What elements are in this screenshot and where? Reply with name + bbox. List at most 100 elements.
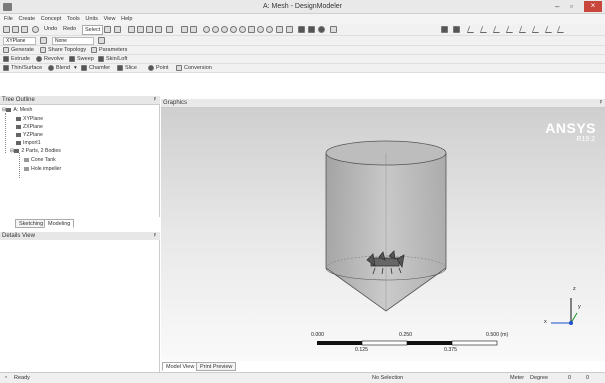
new-sketch-icon[interactable] xyxy=(98,37,105,44)
axis-z-icon[interactable] xyxy=(492,26,503,33)
model-canvas[interactable] xyxy=(161,108,605,361)
pan-icon[interactable] xyxy=(212,26,219,33)
menu-file[interactable]: File xyxy=(4,14,13,24)
shaded-icon[interactable] xyxy=(308,26,315,33)
maximize-button[interactable]: ▫ xyxy=(570,2,573,12)
graphics-viewport[interactable]: ANSYS R19.2 0.000 0.250 0.500 (m) 0.125 … xyxy=(161,108,605,361)
camera-icon[interactable] xyxy=(32,26,39,33)
help-icon[interactable] xyxy=(330,26,337,33)
redo-button[interactable]: Redo xyxy=(63,25,76,33)
tab-print-preview[interactable]: Print Preview xyxy=(196,362,237,371)
tab-modeling[interactable]: Modeling xyxy=(44,219,75,228)
edge-filter-icon[interactable] xyxy=(137,26,144,33)
rotate-icon[interactable] xyxy=(203,26,210,33)
minimize-button[interactable]: – xyxy=(555,2,559,12)
pin-view-icon[interactable] xyxy=(544,26,555,33)
thin-surface-button[interactable]: Thin/Surface xyxy=(11,64,42,72)
blend-dropdown-icon[interactable]: ▾ xyxy=(74,64,77,72)
layout-icon[interactable] xyxy=(453,26,460,33)
model-icon xyxy=(6,107,12,112)
select-all-icon[interactable] xyxy=(181,26,188,33)
generate-button[interactable]: Generate xyxy=(11,46,34,54)
parameters-button[interactable]: Parameters xyxy=(99,46,127,54)
body-icon xyxy=(24,166,29,171)
body-filter-icon[interactable] xyxy=(155,26,162,33)
magnifier-icon[interactable] xyxy=(257,26,264,33)
grid-icon[interactable] xyxy=(441,26,448,33)
point-button[interactable]: Point xyxy=(156,64,169,72)
left-tab-strip: Sketching Modeling xyxy=(15,219,155,228)
blend-button[interactable]: Blend xyxy=(56,64,70,72)
zoom-fit-icon[interactable] xyxy=(248,26,255,33)
parameters-icon xyxy=(91,47,97,53)
axis-iso-icon[interactable] xyxy=(505,26,516,33)
export-icon[interactable] xyxy=(21,26,28,33)
zoom-in-icon[interactable] xyxy=(230,26,237,33)
graphics-title: Graphics xyxy=(163,100,188,106)
units-status[interactable]: Meter xyxy=(510,375,524,381)
axis-y-icon[interactable] xyxy=(479,26,490,33)
tree-item-root[interactable]: ⊟ A: Mesh xyxy=(2,107,32,113)
status-text: Ready xyxy=(14,375,30,381)
plane-toolbar: XYPlane None xyxy=(0,36,605,46)
zoom-box-icon[interactable] xyxy=(239,26,246,33)
sketch-select[interactable]: None xyxy=(52,37,94,45)
tree-item-label: XYPlane xyxy=(23,116,44,122)
graphics-pin-icon[interactable]: ᵖ xyxy=(600,99,602,108)
view-icon[interactable] xyxy=(276,26,283,33)
status-value-1: 0 xyxy=(568,375,572,381)
tree-item-import[interactable]: Import1 xyxy=(16,140,41,146)
wireframe-icon[interactable] xyxy=(286,26,293,33)
tree-item-zxplane[interactable]: ZXPlane xyxy=(16,124,43,130)
tree-pin-icon[interactable]: ᵖ xyxy=(154,96,156,105)
menu-help[interactable]: Help xyxy=(121,14,132,24)
undo-button[interactable]: Undo xyxy=(44,25,57,33)
new-plane-icon[interactable] xyxy=(40,37,47,44)
point-filter-icon[interactable] xyxy=(128,26,135,33)
angle-status[interactable]: Degree xyxy=(530,375,548,381)
menu-tools[interactable]: Tools xyxy=(67,14,80,24)
tab-model-view[interactable]: Model View xyxy=(162,362,199,371)
scale-label-0: 0.000 xyxy=(311,332,324,338)
skin-loft-icon xyxy=(98,56,104,62)
close-button[interactable]: × xyxy=(584,1,602,12)
menu-view[interactable]: View xyxy=(104,14,116,24)
zoom-icon[interactable] xyxy=(221,26,228,33)
point-display-icon[interactable] xyxy=(318,26,325,33)
reset-view-icon[interactable] xyxy=(556,26,567,33)
scale-label-125: 0.125 xyxy=(355,347,368,353)
chamfer-button[interactable]: Chamfer xyxy=(89,64,110,72)
extend-icon[interactable] xyxy=(166,26,173,33)
axis-x-icon[interactable] xyxy=(466,26,477,33)
tree-item-cone-tank[interactable]: Cone Tank xyxy=(24,157,56,163)
sweep-button[interactable]: Sweep xyxy=(77,55,94,63)
share-topology-button[interactable]: Share Topology xyxy=(48,46,86,54)
conversion-button[interactable]: Conversion xyxy=(184,64,212,72)
point-icon xyxy=(148,65,154,71)
axis-front-icon[interactable] xyxy=(518,26,529,33)
magnifier-minus-icon[interactable] xyxy=(266,26,273,33)
menu-units[interactable]: Units xyxy=(85,14,98,24)
skin-loft-button[interactable]: Skin/Loft xyxy=(106,55,127,63)
slice-button[interactable]: Slice xyxy=(125,64,137,72)
save-icon[interactable] xyxy=(12,26,19,33)
menu-concept[interactable]: Concept xyxy=(41,14,62,24)
select-mode-icon[interactable] xyxy=(104,26,111,33)
hide-icon[interactable] xyxy=(190,26,197,33)
new-icon[interactable] xyxy=(3,26,10,33)
select-button[interactable]: Select xyxy=(82,25,104,35)
selection-filter-icon[interactable] xyxy=(114,26,121,33)
revolve-button[interactable]: Revolve xyxy=(44,55,64,63)
extrude-button[interactable]: Extrude xyxy=(11,55,30,63)
tree-item-xyplane[interactable]: XYPlane xyxy=(16,116,43,122)
tree-item-parts[interactable]: ⊟ 2 Parts, 2 Bodies xyxy=(10,148,61,154)
tab-sketching[interactable]: Sketching xyxy=(15,219,48,228)
tree-item-yzplane[interactable]: YZPlane xyxy=(16,132,43,138)
menu-create[interactable]: Create xyxy=(19,14,36,24)
axis-top-icon[interactable] xyxy=(531,26,542,33)
import-icon xyxy=(16,140,21,145)
plane-select[interactable]: XYPlane xyxy=(3,37,36,45)
tree-item-hole-impeller[interactable]: Hole impeller xyxy=(24,166,61,172)
face-filter-icon[interactable] xyxy=(146,26,153,33)
display-mode-icon[interactable] xyxy=(298,26,305,33)
